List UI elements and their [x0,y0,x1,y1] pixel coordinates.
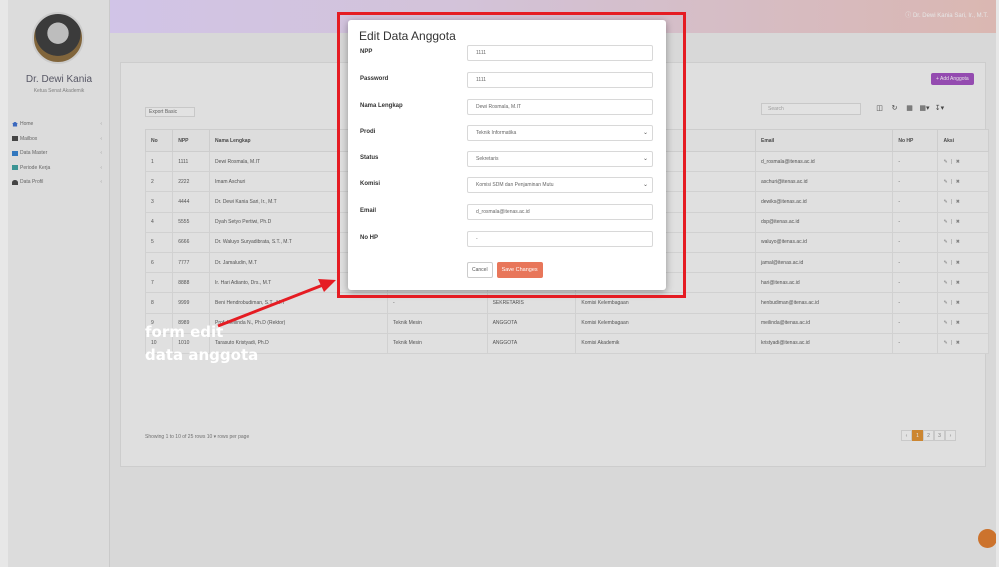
annotation-line-1: form edit [145,323,224,341]
highlight-box [337,12,686,298]
annotation-line-2: data anggota [145,346,259,364]
annotation-label: form edit data anggota [145,321,258,367]
